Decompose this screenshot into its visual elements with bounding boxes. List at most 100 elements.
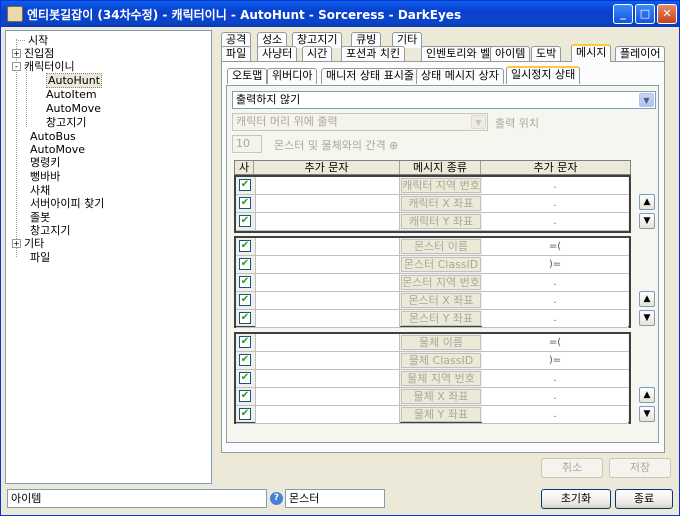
subtab-status-message[interactable]: 상태 메시지 상자 <box>416 68 504 84</box>
suffix-input[interactable]: )= <box>482 352 628 369</box>
tree-item-storage-2[interactable]: 창고지기 <box>30 224 70 237</box>
prefix-input[interactable] <box>255 406 400 423</box>
row-checkbox[interactable]: ✔ <box>239 197 251 209</box>
suffix-input[interactable]: . <box>482 292 628 309</box>
prefix-input[interactable] <box>255 292 400 309</box>
suffix-input[interactable]: . <box>482 406 628 423</box>
maximize-button[interactable]: □ <box>635 4 655 24</box>
chevron-down-icon[interactable]: ▼ <box>639 93 654 107</box>
message-kind: 캐릭터 X 좌표 <box>401 196 481 211</box>
subtab-automap[interactable]: 오토맵 <box>227 68 268 84</box>
tree-item-storage[interactable]: 창고지기 <box>46 116 86 129</box>
tree-item-entry[interactable]: + 진입점 <box>12 47 54 60</box>
help-icon[interactable]: ? <box>270 492 283 505</box>
tree-item-autohunt[interactable]: AutoHunt <box>46 73 103 88</box>
prefix-input[interactable] <box>255 213 400 230</box>
title-bar[interactable]: 엔티봇길잡이 (34차수정) - 캐릭터이니 - AutoHunt - Sorc… <box>1 1 679 27</box>
save-button[interactable]: 저장 <box>609 458 671 478</box>
prefix-input[interactable] <box>255 256 400 273</box>
tree-item-jolbot[interactable]: 졸봇 <box>30 211 50 224</box>
suffix-input[interactable]: )= <box>482 256 628 273</box>
row-checkbox[interactable]: ✔ <box>239 179 251 191</box>
prefix-input[interactable] <box>255 274 400 291</box>
subtab-wiberdia[interactable]: 위버디아 <box>267 68 318 84</box>
expand-icon[interactable]: + <box>12 49 21 58</box>
row-checkbox[interactable]: ✔ <box>239 215 251 227</box>
tree-item-autoitem[interactable]: AutoItem <box>46 88 97 101</box>
row-checkbox[interactable]: ✔ <box>239 258 251 270</box>
suffix-input[interactable]: . <box>482 195 628 212</box>
table-row: ✔ 몬스터 지역 번호 . <box>236 274 629 292</box>
row-checkbox[interactable]: ✔ <box>239 336 251 348</box>
tree-item-file[interactable]: 파일 <box>30 251 50 264</box>
tab-hunting-ground[interactable]: 사냥터 <box>257 46 298 62</box>
character-group: ✔ 캐릭터 지역 번호 . ✔ 캐릭터 X 좌표 . ✔ 캐릭터 Y 좌표 . <box>234 175 631 233</box>
minimize-button[interactable]: _ <box>613 4 633 24</box>
suffix-input[interactable]: . <box>482 310 628 327</box>
prefix-input[interactable] <box>255 177 400 194</box>
row-checkbox[interactable]: ✔ <box>239 240 251 252</box>
move-up-button[interactable]: ▲ <box>639 387 655 403</box>
suffix-input[interactable]: . <box>482 274 628 291</box>
close-button[interactable]: ✕ <box>657 4 677 24</box>
output-position-select: 캐릭터 머리 위에 출력 ▼ <box>232 113 488 131</box>
suffix-input[interactable]: . <box>482 388 628 405</box>
tab-time[interactable]: 시간 <box>302 46 333 62</box>
prefix-input[interactable] <box>255 238 400 255</box>
tab-potion-chicken[interactable]: 포션과 치킨 <box>341 46 406 62</box>
tree-line <box>26 69 27 127</box>
move-up-button[interactable]: ▲ <box>639 291 655 307</box>
tree-item-start[interactable]: 시작 <box>16 34 48 47</box>
suffix-input[interactable]: . <box>482 213 628 230</box>
move-down-button[interactable]: ▼ <box>639 213 655 229</box>
tab-message[interactable]: 메시지 <box>571 44 612 62</box>
expand-icon[interactable]: + <box>12 239 21 248</box>
grid-header: 사 추가 문자 메시지 종류 추가 문자 <box>234 160 631 175</box>
tree-item-loan[interactable]: 사채 <box>30 184 50 197</box>
prefix-input[interactable] <box>255 195 400 212</box>
prefix-input[interactable] <box>255 334 400 351</box>
subtab-pause-state[interactable]: 일시정지 상태 <box>506 66 581 84</box>
exit-button[interactable]: 종료 <box>615 489 673 509</box>
nav-tree[interactable]: 시작 + 진입점 - 캐릭터이니 AutoHunt AutoItem AutoMov… <box>5 30 212 484</box>
move-down-button[interactable]: ▼ <box>639 310 655 326</box>
row-checkbox[interactable]: ✔ <box>239 294 251 306</box>
prefix-input[interactable] <box>255 352 400 369</box>
row-checkbox[interactable]: ✔ <box>239 372 251 384</box>
tree-item-autobus[interactable]: AutoBus <box>30 130 76 143</box>
tab-player[interactable]: 플레이어 <box>615 46 666 62</box>
distance-label: 몬스터 및 물체와의 간격 ⊕ <box>274 139 399 152</box>
tree-item-character[interactable]: - 캐릭터이니 <box>12 60 75 73</box>
tab-gamble[interactable]: 도박 <box>531 46 562 62</box>
tree-item-hotkeys[interactable]: 명령키 <box>30 156 60 169</box>
cancel-button[interactable]: 취소 <box>541 458 603 478</box>
tree-item-automove[interactable]: AutoMove <box>46 102 101 115</box>
row-checkbox[interactable]: ✔ <box>239 312 251 324</box>
app-icon <box>7 6 23 22</box>
row-checkbox[interactable]: ✔ <box>239 408 251 420</box>
row-checkbox[interactable]: ✔ <box>239 354 251 366</box>
row-checkbox[interactable]: ✔ <box>239 390 251 402</box>
message-kind: 물체 지역 번호 <box>401 371 481 386</box>
output-mode-select[interactable]: 출력하지 않기 ▼ <box>232 91 656 109</box>
suffix-input[interactable]: =( <box>482 238 628 255</box>
suffix-input[interactable]: . <box>482 177 628 194</box>
move-down-button[interactable]: ▼ <box>639 406 655 422</box>
message-kind: 몬스터 ClassID <box>401 257 481 272</box>
row-checkbox[interactable]: ✔ <box>239 276 251 288</box>
tab-item[interactable]: 아이템 <box>490 46 531 62</box>
tab-file[interactable]: 파일 <box>221 46 252 62</box>
tree-item-bbangbaba[interactable]: 뻥바바 <box>30 170 60 183</box>
prefix-input[interactable] <box>255 370 400 387</box>
subtab-manager-status[interactable]: 매니저 상태 표시줄 <box>321 68 419 84</box>
reset-button[interactable]: 초기화 <box>541 489 611 509</box>
move-up-button[interactable]: ▲ <box>639 194 655 210</box>
prefix-input[interactable] <box>255 310 400 327</box>
tree-item-server-ip[interactable]: 서버아이피 찾기 <box>30 197 104 210</box>
collapse-icon[interactable]: - <box>12 62 21 71</box>
prefix-input[interactable] <box>255 388 400 405</box>
suffix-input[interactable]: =( <box>482 334 628 351</box>
suffix-input[interactable]: . <box>482 370 628 387</box>
tree-item-automove-2[interactable]: AutoMove <box>30 143 85 156</box>
tree-item-etc[interactable]: + 기타 <box>12 237 44 250</box>
